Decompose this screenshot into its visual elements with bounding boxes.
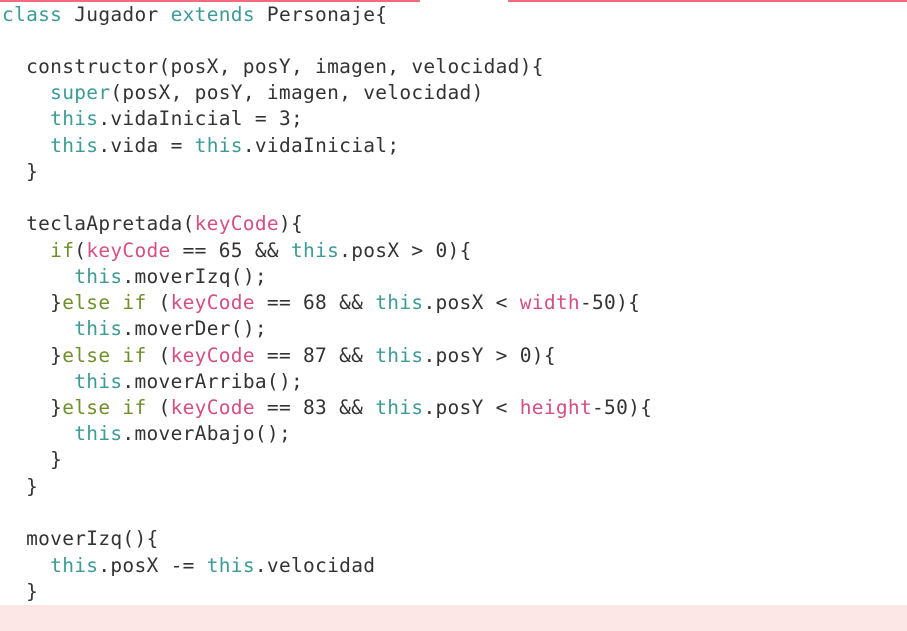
code-token: .vida = <box>98 134 195 157</box>
code-token: this <box>206 554 255 577</box>
code-line[interactable]: } <box>2 447 62 473</box>
code-token: keyCode <box>170 291 255 314</box>
code-token: ( <box>146 291 171 314</box>
code-line[interactable]: moverIzq(){ <box>2 526 159 552</box>
code-editor[interactable]: class Jugador extends Personaje{ constru… <box>0 0 907 631</box>
code-token: == 87 && <box>254 344 376 367</box>
code-token: moverIzq(){ <box>2 527 159 550</box>
code-token: .posX -= <box>98 554 207 577</box>
code-line[interactable]: this.posX -= this.velocidad <box>2 553 375 579</box>
code-token: .posX > 0){ <box>339 239 472 262</box>
code-line[interactable]: } <box>2 159 38 185</box>
code-token: == 65 && <box>170 239 291 262</box>
code-token: this <box>375 396 424 419</box>
code-token: .vidaInicial = 3; <box>98 107 304 130</box>
code-line[interactable]: this.moverIzq(); <box>2 264 267 290</box>
code-token: .posX < <box>423 291 520 314</box>
code-line[interactable]: }else if (keyCode == 87 && this.posY > 0… <box>2 343 556 369</box>
code-token: } <box>2 475 39 498</box>
code-token: this <box>194 134 243 157</box>
code-token: (posX, posY, imagen, velocidad) <box>110 81 484 104</box>
code-token: } <box>2 396 63 419</box>
code-line[interactable]: class Jugador extends Personaje{ <box>2 2 387 28</box>
code-token: this <box>50 107 99 130</box>
code-line[interactable]: } <box>2 579 38 605</box>
code-line[interactable]: this.moverDer(); <box>2 316 267 342</box>
code-token: .velocidad <box>254 554 376 577</box>
code-token: } <box>2 160 39 183</box>
code-line[interactable]: }else if (keyCode == 83 && this.posY < h… <box>2 395 652 421</box>
code-token: keyCode <box>194 212 279 235</box>
code-token: this <box>74 370 123 393</box>
code-token: this <box>375 344 424 367</box>
code-token: == 83 && <box>254 396 376 419</box>
code-token: this <box>291 239 340 262</box>
code-token: super <box>50 81 111 104</box>
code-token: ( <box>146 396 171 419</box>
code-token: this <box>74 265 123 288</box>
code-line[interactable]: constructor(posX, posY, imagen, velocida… <box>2 54 544 80</box>
code-line[interactable]: this.moverAbajo(); <box>2 421 291 447</box>
code-token: this <box>74 422 123 445</box>
code-token: -50){ <box>592 396 653 419</box>
code-token: this <box>50 134 99 157</box>
code-token: .posY > 0){ <box>423 344 556 367</box>
code-line[interactable]: teclaApretada(keyCode){ <box>2 211 303 237</box>
code-line[interactable]: super(posX, posY, imagen, velocidad) <box>2 80 484 106</box>
code-line[interactable]: this.vidaInicial = 3; <box>2 106 303 132</box>
code-token: .moverIzq(); <box>122 265 267 288</box>
code-token: .vidaInicial; <box>242 134 400 157</box>
code-token: } <box>2 291 63 314</box>
code-token: == 68 && <box>254 291 376 314</box>
code-token: width <box>519 291 580 314</box>
code-token: this <box>50 554 99 577</box>
code-token: } <box>2 580 39 603</box>
code-token: -50){ <box>579 291 641 314</box>
code-line[interactable]: this.vida = this.vidaInicial; <box>2 133 399 159</box>
code-token: if <box>50 239 75 262</box>
code-token: this <box>74 317 123 340</box>
code-token: } <box>2 344 63 367</box>
code-line[interactable]: } <box>2 474 38 500</box>
code-token: else if <box>62 291 147 314</box>
code-token: constructor(posX, posY, imagen, velocida… <box>2 55 544 78</box>
code-token: .posY < <box>423 396 520 419</box>
code-token: extends <box>170 3 255 26</box>
code-line[interactable]: this.moverArriba(); <box>2 369 303 395</box>
code-line[interactable]: if(keyCode == 65 && this.posX > 0){ <box>2 238 472 264</box>
code-token: teclaApretada( <box>2 212 195 235</box>
code-token: Personaje{ <box>254 3 388 26</box>
code-token: } <box>2 448 63 471</box>
code-token: else if <box>62 396 147 419</box>
code-token: keyCode <box>170 344 255 367</box>
code-token: .moverArriba(); <box>122 370 304 393</box>
code-token: this <box>375 291 424 314</box>
code-token: ){ <box>278 212 304 235</box>
code-token: ( <box>74 239 87 262</box>
code-token: ( <box>146 344 171 367</box>
code-token: height <box>519 396 593 419</box>
code-line[interactable]: }else if (keyCode == 68 && this.posX < w… <box>2 290 640 316</box>
code-token: .moverDer(); <box>122 317 267 340</box>
code-token: .moverAbajo(); <box>122 422 291 445</box>
code-token: else if <box>62 344 147 367</box>
code-token: class <box>2 3 63 26</box>
code-token: keyCode <box>86 239 171 262</box>
code-token: Jugador <box>62 3 171 26</box>
code-token: keyCode <box>170 396 255 419</box>
